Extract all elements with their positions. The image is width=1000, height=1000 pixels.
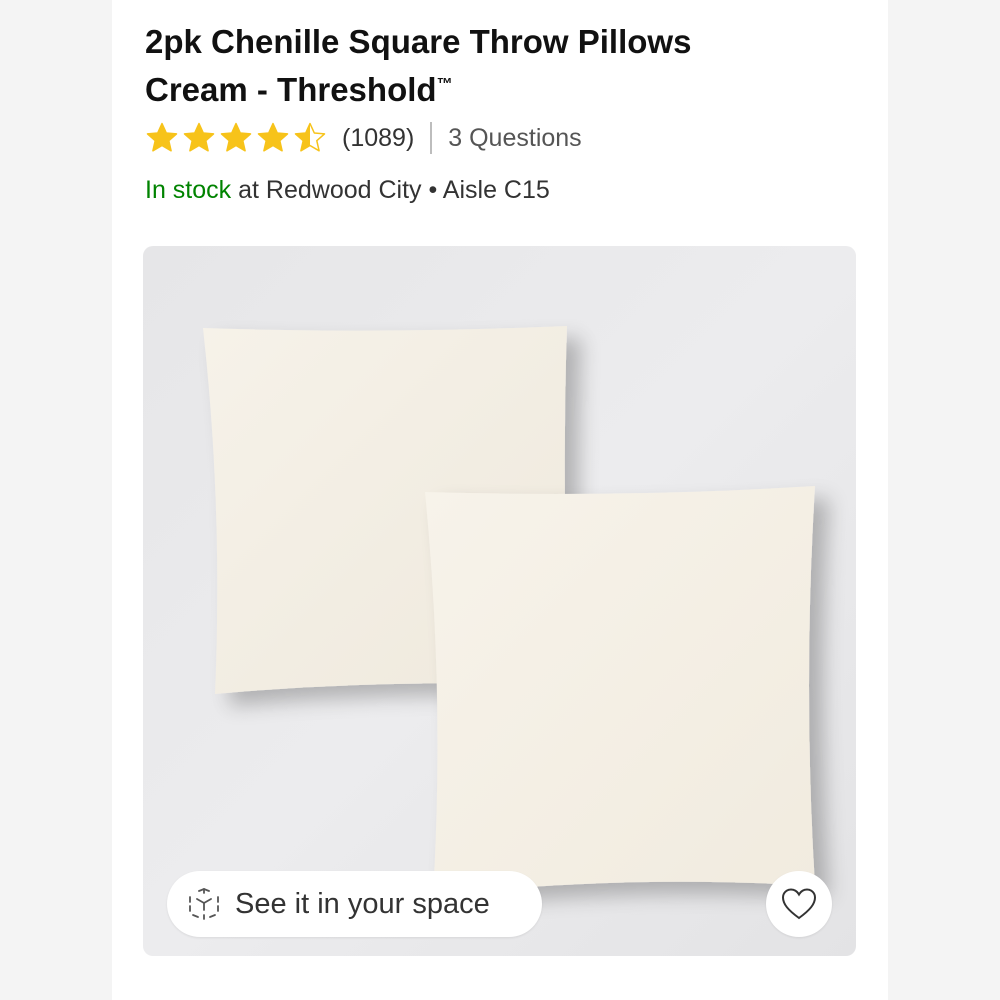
- star-full-icon: [183, 122, 215, 152]
- see-in-your-space-label: See it in your space: [235, 887, 490, 920]
- questions-link[interactable]: 3 Questions: [448, 124, 581, 153]
- stock-status: In stock: [145, 176, 232, 204]
- product-title-line2: Cream - Threshold: [145, 71, 437, 108]
- see-in-your-space-button[interactable]: See it in your space: [167, 871, 542, 937]
- product-image-card[interactable]: See it in your space: [143, 246, 856, 956]
- rating-divider: [430, 122, 433, 154]
- product-title: 2pk Chenille Square Throw Pillows Cream …: [145, 20, 845, 111]
- store-location[interactable]: at Redwood City • Aisle C15: [238, 176, 550, 204]
- rating-row: (1089) 3 Questions: [145, 118, 582, 158]
- cube-3d-icon: [189, 888, 219, 920]
- star-full-icon: [146, 122, 178, 152]
- availability-row: In stock at Redwood City • Aisle C15: [145, 176, 550, 205]
- product-title-line2-wrap: Cream - Threshold™: [145, 63, 845, 111]
- right-margin: [888, 0, 1000, 1000]
- star-rating[interactable]: [145, 121, 330, 155]
- heart-icon: [781, 888, 817, 920]
- favorite-button[interactable]: [766, 871, 832, 937]
- product-panel: 2pk Chenille Square Throw Pillows Cream …: [112, 0, 888, 1000]
- review-count-link[interactable]: (1089): [342, 124, 414, 153]
- trademark-symbol: ™: [436, 76, 453, 93]
- star-full-icon: [220, 122, 252, 152]
- product-title-line1: 2pk Chenille Square Throw Pillows: [145, 23, 692, 60]
- star-full-icon: [257, 122, 289, 152]
- left-margin: [0, 0, 112, 1000]
- star-half-icon: [294, 122, 326, 152]
- product-image-pillows: [203, 326, 815, 896]
